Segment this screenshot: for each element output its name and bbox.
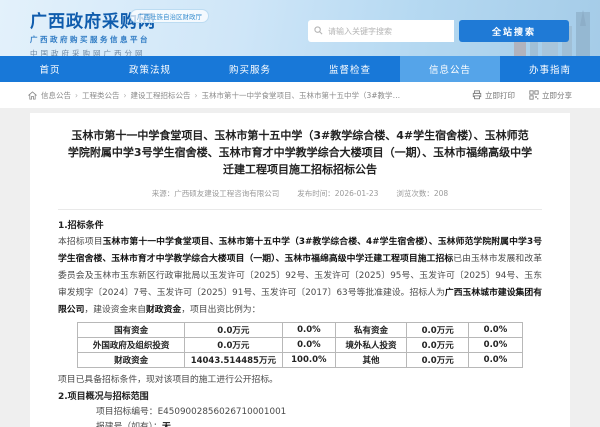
article-card: 玉林市第十一中学食堂项目、玉林市第十五中学（3#教学综合楼、4#学生宿舍楼）、玉…: [30, 113, 570, 427]
fund-source-bold: 财政资金: [146, 305, 181, 315]
filing-number-line: 报建号（如有）：无: [58, 420, 542, 427]
cell-private-funds: 私有资金: [336, 323, 407, 338]
breadcrumb-item-engineering[interactable]: 工程类公告: [82, 90, 131, 101]
para-prefix: 本招标项目: [58, 237, 103, 247]
breadcrumb-item-announcements[interactable]: 信息公告: [41, 90, 82, 101]
cell-state-funds: 国有资金: [78, 323, 185, 338]
search-icon: [314, 26, 323, 35]
print-label: 立即打印: [485, 90, 515, 101]
nav-item-purchase-services[interactable]: 购买服务: [200, 56, 300, 82]
funding-ratio-table: 国有资金 0.0万元 0.0% 私有资金 0.0万元 0.0% 外国政府及组织投…: [77, 322, 522, 368]
meta-publish-date: 发布时间：2026-01-23: [297, 188, 378, 199]
cell-foreign-gov: 外国政府及组织投资: [78, 338, 185, 353]
qr-share-icon: [529, 90, 539, 100]
meta-view-count: 浏览次数：208: [396, 188, 448, 199]
tender-number-label: 项目招标编号：: [96, 407, 158, 417]
table-row: 财政资金 14043.514485万元 100.0% 其他 0.0万元 0.0%: [78, 353, 522, 368]
cell-fiscal-funds: 财政资金: [78, 353, 185, 368]
article-meta: 来源：广西硕友建设工程咨询有限公司 发布时间：2026-01-23 浏览次数：2…: [58, 188, 542, 199]
filing-number-label: 报建号（如有）：: [96, 422, 162, 427]
main-content: 玉林市第十一中学食堂项目、玉林市第十五中学（3#教学综合楼、4#学生宿舍楼）、玉…: [0, 108, 600, 427]
tender-number-value: E4509002856026710001001: [158, 407, 287, 417]
section1-closing: 项目已具备招标条件，现对该项目的施工进行公开招标。: [58, 372, 542, 389]
site-subnetwork: 中国政府采购网广西分网: [30, 48, 156, 56]
cell-other: 其他: [336, 353, 407, 368]
site-header: 广西政府采购网 广西政府购买服务信息平台 中国政府采购网广西分网 广西壮族自治区…: [0, 0, 600, 56]
article-title: 玉林市第十一中学食堂项目、玉林市第十五中学（3#教学综合楼、4#学生宿舍楼）、玉…: [58, 127, 542, 178]
authority-badge: 广西壮族自治区财政厅: [130, 9, 209, 23]
print-icon: [472, 90, 482, 100]
share-button[interactable]: 立即分享: [529, 90, 572, 101]
divider: [58, 209, 542, 210]
section1-paragraph: 本招标项目玉林市第十一中学食堂项目、玉林市第十五中学（3#教学综合楼、4#学生宿…: [58, 234, 542, 319]
filing-number-value: 无: [162, 422, 171, 427]
table-row: 外国政府及组织投资 0.0万元 0.0% 境外私人投资 0.0万元 0.0%: [78, 338, 522, 353]
nav-item-home[interactable]: 首页: [0, 56, 100, 82]
table-row: 国有资金 0.0万元 0.0% 私有资金 0.0万元 0.0%: [78, 323, 522, 338]
cell-overseas-private: 境外私人投资: [336, 338, 407, 353]
para-fund: ，建设资金来自: [84, 305, 146, 315]
print-button[interactable]: 立即打印: [472, 90, 515, 101]
breadcrumb: 信息公告 工程类公告 建设工程招标公告 玉林市第十一中学食堂项目、玉林市第十五中…: [0, 82, 600, 108]
tender-number-line: 项目招标编号：E4509002856026710001001: [58, 405, 542, 420]
section1-heading: 1.招标条件: [58, 218, 542, 234]
nav-item-supervision[interactable]: 监督检查: [300, 56, 400, 82]
para-suffix: ，项目出资比例为：: [181, 305, 260, 315]
nav-item-announcements[interactable]: 信息公告: [400, 56, 500, 82]
section2-heading: 2.项目概况与招标范围: [58, 389, 542, 405]
nav-item-policies[interactable]: 政策法规: [100, 56, 200, 82]
site-subtitle: 广西政府购买服务信息平台: [30, 34, 156, 45]
home-icon[interactable]: [28, 91, 37, 100]
main-nav: 首页 政策法规 购买服务 监督检查 信息公告 办事指南: [0, 56, 600, 82]
breadcrumb-item-construction-tender[interactable]: 建设工程招标公告: [131, 90, 202, 101]
search-button[interactable]: 全站搜索: [459, 20, 569, 42]
share-label: 立即分享: [542, 90, 572, 101]
meta-source: 来源：广西硕友建设工程咨询有限公司: [152, 188, 280, 199]
breadcrumb-item-current: 玉林市第十一中学食堂项目、玉林市第十五中学（3#教学综合楼、4#学生宿舍楼）、玉…: [202, 90, 407, 101]
site-search: 全站搜索: [308, 20, 569, 42]
nav-item-guide[interactable]: 办事指南: [500, 56, 600, 82]
search-input[interactable]: [308, 20, 454, 42]
